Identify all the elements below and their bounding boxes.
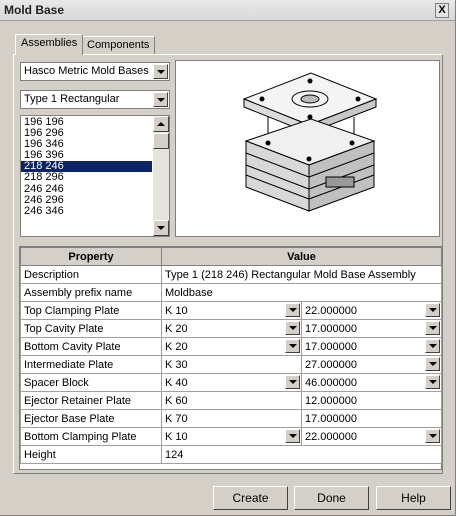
code-cell[interactable]: K 10	[161, 427, 302, 446]
title-bar[interactable]: Mold Base X	[0, 0, 455, 21]
property-cell: Top Cavity Plate	[20, 319, 162, 338]
list-item[interactable]: 246 246	[21, 183, 152, 195]
thickness-cell-value: 22.000000	[305, 304, 357, 317]
thickness-cell[interactable]: 22.000000	[301, 427, 442, 446]
thickness-cell[interactable]: 22.000000	[301, 301, 442, 320]
table-row: Spacer Block K 40 46.000000	[20, 373, 442, 392]
property-column-header[interactable]: Property	[20, 247, 162, 266]
thickness-cell-value: 27.000000	[305, 358, 357, 371]
chevron-down-icon[interactable]	[425, 357, 440, 371]
thickness-cell[interactable]: 12.000000	[301, 391, 442, 410]
chevron-down-icon[interactable]	[425, 321, 440, 335]
table-row: Assembly prefix name Moldbase	[20, 283, 442, 302]
table-row: Bottom Cavity Plate K 20 17.000000	[20, 337, 442, 356]
chevron-down-icon[interactable]	[285, 429, 300, 443]
properties-table: Property Value Description Type 1 (218 24…	[20, 247, 442, 464]
table-row: Top Cavity Plate K 20 17.000000	[20, 319, 442, 338]
list-item[interactable]: 218 296	[21, 172, 152, 183]
window-title: Mold Base	[4, 3, 65, 17]
thickness-cell[interactable]: 17.000000	[301, 337, 442, 356]
property-cell: Height	[20, 445, 162, 464]
table-row: Bottom Clamping Plate K 10 22.000000	[20, 427, 442, 446]
value-column-header[interactable]: Value	[161, 247, 442, 266]
thickness-cell[interactable]: 17.000000	[301, 319, 442, 338]
mold-base-isometric-drawing-icon	[242, 72, 378, 212]
value-cell[interactable]: 124	[161, 445, 442, 464]
property-cell: Assembly prefix name	[20, 283, 162, 302]
table-row: Height 124	[20, 445, 442, 464]
catalog-select[interactable]: Hasco Metric Mold Bases	[20, 62, 170, 81]
thickness-cell-value: 17.000000	[305, 412, 357, 425]
chevron-down-icon[interactable]	[153, 64, 168, 79]
code-cell[interactable]: K 20	[161, 319, 302, 338]
property-cell: Top Clamping Plate	[20, 301, 162, 320]
code-cell[interactable]: K 20	[161, 337, 302, 356]
code-cell-value: K 60	[165, 394, 188, 407]
chevron-down-icon[interactable]	[153, 92, 168, 107]
code-cell-value: K 20	[165, 340, 188, 353]
thickness-cell[interactable]: 46.000000	[301, 373, 442, 392]
property-cell: Ejector Retainer Plate	[20, 391, 162, 410]
chevron-down-icon[interactable]	[285, 339, 300, 353]
code-cell[interactable]: K 60	[161, 391, 302, 410]
mold-base-preview	[175, 60, 440, 237]
tab-assemblies[interactable]: Assemblies	[15, 34, 84, 55]
chevron-down-icon[interactable]	[285, 321, 300, 335]
create-button[interactable]: Create	[213, 486, 288, 510]
type-select-value: Type 1 Rectangular	[24, 93, 120, 105]
property-cell: Bottom Clamping Plate	[20, 427, 162, 446]
property-cell: Intermediate Plate	[20, 355, 162, 374]
value-cell[interactable]: Moldbase	[161, 283, 442, 302]
size-listbox[interactable]: 196 196 196 296 196 346 196 396 218 246 218 2…	[20, 115, 170, 237]
thickness-cell[interactable]: 27.000000	[301, 355, 442, 374]
code-cell-value: K 10	[165, 304, 188, 317]
thickness-cell[interactable]: 17.000000	[301, 409, 442, 428]
code-cell-value: K 10	[165, 430, 188, 443]
property-cell: Bottom Cavity Plate	[20, 337, 162, 356]
code-cell[interactable]: K 30	[161, 355, 302, 374]
property-cell: Spacer Block	[20, 373, 162, 392]
done-button[interactable]: Done	[294, 486, 369, 510]
table-row: Ejector Base Plate K 70 17.000000	[20, 409, 442, 428]
code-cell-value: K 20	[165, 322, 188, 335]
table-row: Intermediate Plate K 30 27.000000	[20, 355, 442, 374]
thickness-cell-value: 17.000000	[305, 322, 357, 335]
tab-components[interactable]: Components	[81, 36, 156, 54]
close-button[interactable]: X	[435, 3, 449, 18]
help-button[interactable]: Help	[376, 486, 451, 510]
thickness-cell-value: 12.000000	[305, 394, 357, 407]
catalog-select-value: Hasco Metric Mold Bases	[24, 65, 149, 77]
value-cell[interactable]: Type 1 (218 246) Rectangular Mold Base A…	[161, 265, 442, 284]
scroll-thumb[interactable]	[153, 133, 169, 149]
list-item[interactable]: 246 346	[21, 205, 152, 217]
listbox-scrollbar[interactable]	[153, 116, 169, 236]
property-cell: Ejector Base Plate	[20, 409, 162, 428]
code-cell[interactable]: K 40	[161, 373, 302, 392]
table-row: Top Clamping Plate K 10 22.000000	[20, 301, 442, 320]
chevron-down-icon[interactable]	[285, 303, 300, 317]
scroll-up-arrow-icon[interactable]	[153, 116, 169, 132]
chevron-down-icon[interactable]	[425, 429, 440, 443]
table-row: Ejector Retainer Plate K 60 12.000000	[20, 391, 442, 410]
chevron-down-icon[interactable]	[285, 375, 300, 389]
code-cell[interactable]: K 70	[161, 409, 302, 428]
mold-base-dialog: Mold Base X Assemblies Components Hasco …	[0, 0, 456, 516]
type-select[interactable]: Type 1 Rectangular	[20, 90, 170, 109]
thickness-cell-value: 22.000000	[305, 430, 357, 443]
code-cell-value: K 30	[165, 358, 188, 371]
scroll-down-arrow-icon[interactable]	[153, 220, 169, 236]
table-row: Description Type 1 (218 246) Rectangular …	[20, 265, 442, 284]
code-cell[interactable]: K 10	[161, 301, 302, 320]
thickness-cell-value: 46.000000	[305, 376, 357, 389]
chevron-down-icon[interactable]	[425, 375, 440, 389]
chevron-down-icon[interactable]	[425, 339, 440, 353]
code-cell-value: K 40	[165, 376, 188, 389]
property-cell: Description	[20, 265, 162, 284]
thickness-cell-value: 17.000000	[305, 340, 357, 353]
code-cell-value: K 70	[165, 412, 188, 425]
chevron-down-icon[interactable]	[425, 303, 440, 317]
